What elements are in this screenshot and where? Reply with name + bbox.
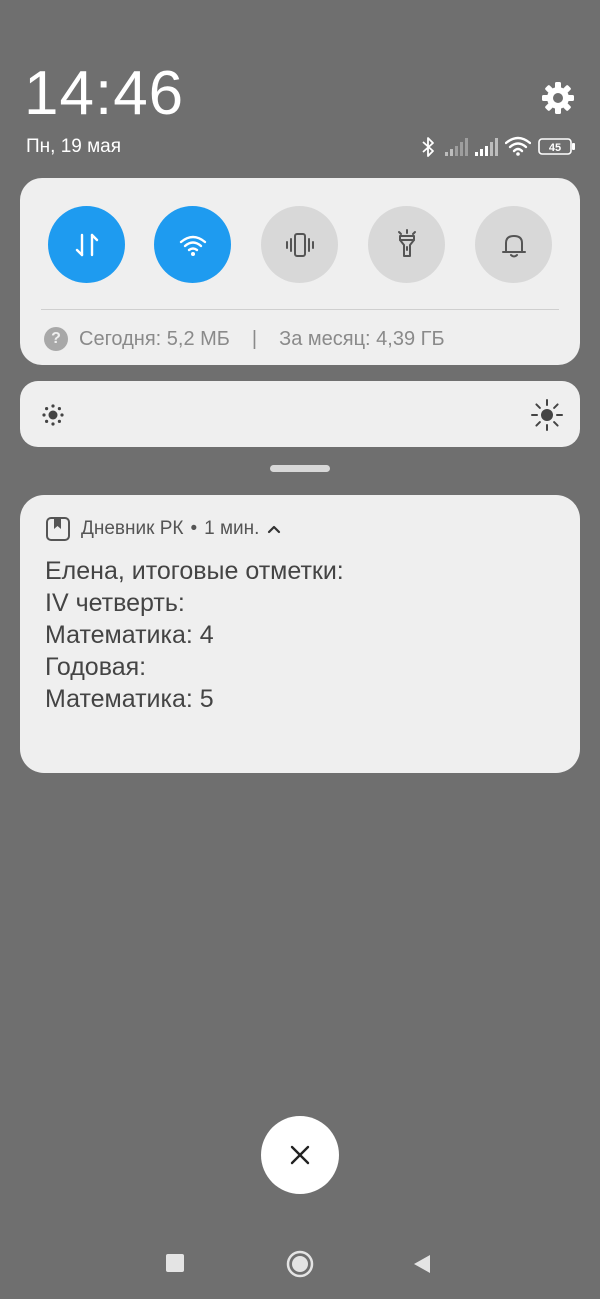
- status-icons: 45: [420, 135, 578, 157]
- notification-line: Математика: 4: [45, 621, 214, 649]
- back-button[interactable]: [412, 1253, 432, 1275]
- flashlight-toggle[interactable]: [368, 206, 445, 283]
- usage-month: За месяц: 4,39 ГБ: [279, 327, 445, 350]
- drag-handle[interactable]: [270, 465, 330, 472]
- notification-body: Елена, итоговые отметки: IV четверть: Ма…: [45, 555, 344, 715]
- wifi-toggle[interactable]: [154, 206, 231, 283]
- bell-icon: [501, 234, 526, 257]
- notification-header: Дневник РК • 1 мин.: [45, 514, 281, 544]
- chevron-up-icon[interactable]: [267, 524, 281, 534]
- header-dot: •: [190, 518, 198, 539]
- close-icon: [290, 1145, 310, 1165]
- mobile-data-icon: [75, 233, 98, 256]
- date-label: Пн, 19 мая: [26, 136, 122, 157]
- signal-icon: [445, 138, 468, 156]
- mobile-data-toggle[interactable]: [48, 206, 125, 283]
- quick-settings-panel: ? Сегодня: 5,2 МБ | За месяц: 4,39 ГБ: [20, 178, 580, 365]
- notifications-toggle[interactable]: [475, 206, 552, 283]
- qs-divider: [41, 309, 559, 310]
- home-button[interactable]: [286, 1250, 314, 1278]
- notification-line: Математика: 5: [45, 685, 214, 713]
- signal-icon: [475, 138, 498, 156]
- help-icon: ?: [44, 327, 68, 351]
- notification-time: 1 мин.: [204, 518, 260, 539]
- battery-level: 45: [549, 142, 561, 154]
- vibrate-icon: [285, 232, 314, 257]
- brightness-slider[interactable]: [20, 381, 580, 447]
- notification-line: Годовая:: [45, 653, 147, 681]
- recents-button[interactable]: [166, 1254, 184, 1272]
- notification-line: Елена, итоговые отметки:: [45, 557, 344, 585]
- battery-icon: 45: [538, 138, 575, 155]
- clock-time: 14:46: [24, 59, 185, 128]
- notification-card[interactable]: Дневник РК • 1 мин. Елена, итоговые отме…: [20, 495, 580, 773]
- usage-today: Сегодня: 5,2 МБ: [79, 327, 230, 350]
- flashlight-icon: [397, 228, 416, 257]
- wifi-icon: [179, 235, 206, 256]
- bluetooth-icon: [422, 137, 434, 157]
- wifi-icon: [505, 136, 531, 156]
- app-icon: [46, 517, 70, 541]
- notification-line: IV четверть:: [45, 589, 185, 617]
- data-usage-summary[interactable]: ? Сегодня: 5,2 МБ | За месяц: 4,39 ГБ: [44, 324, 445, 354]
- vibrate-toggle[interactable]: [261, 206, 338, 283]
- brightness-low-icon: [42, 404, 64, 426]
- brightness-high-icon: [531, 399, 563, 431]
- clear-all-button[interactable]: [261, 1116, 339, 1194]
- usage-separator: |: [251, 327, 258, 350]
- app-name: Дневник РК: [81, 518, 184, 539]
- gear-icon[interactable]: [540, 80, 576, 116]
